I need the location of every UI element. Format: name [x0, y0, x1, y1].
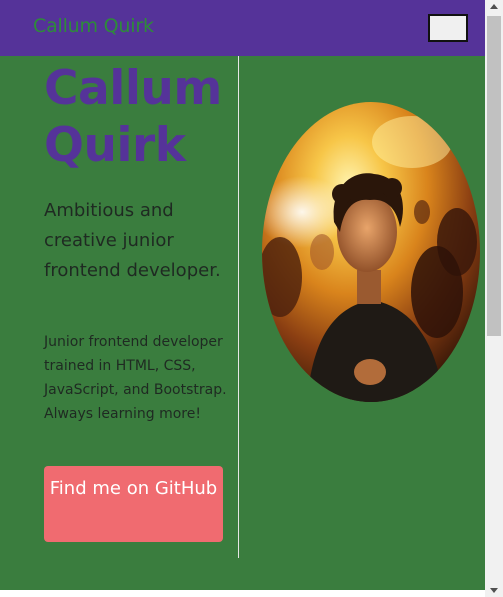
- vertical-scrollbar[interactable]: [485, 0, 503, 597]
- profile-photo-graphic: [262, 102, 480, 402]
- navbar-toggler-button[interactable]: [428, 14, 468, 42]
- navbar-brand[interactable]: Callum Quirk: [33, 15, 154, 37]
- profile-photo: [262, 102, 480, 402]
- scroll-down-icon[interactable]: [490, 588, 498, 593]
- github-button[interactable]: Find me on GitHub: [44, 466, 223, 542]
- scrollbar-thumb[interactable]: [487, 16, 501, 336]
- page-footer-strip: [0, 590, 485, 597]
- hero-name: Callum Quirk: [44, 61, 222, 173]
- hero-bio: Junior frontend developer trained in HTM…: [44, 334, 227, 422]
- scroll-up-icon[interactable]: [490, 4, 498, 9]
- navbar: Callum Quirk: [0, 0, 485, 56]
- browser-viewport: Callum Quirk Callum Quirk Ambitious and …: [0, 0, 503, 597]
- hero-section: Callum Quirk Ambitious and creative juni…: [0, 56, 485, 590]
- page: Callum Quirk Callum Quirk Ambitious and …: [0, 0, 485, 597]
- column-divider: [238, 56, 239, 558]
- hero-tagline: Ambitious and creative junior frontend d…: [44, 200, 221, 281]
